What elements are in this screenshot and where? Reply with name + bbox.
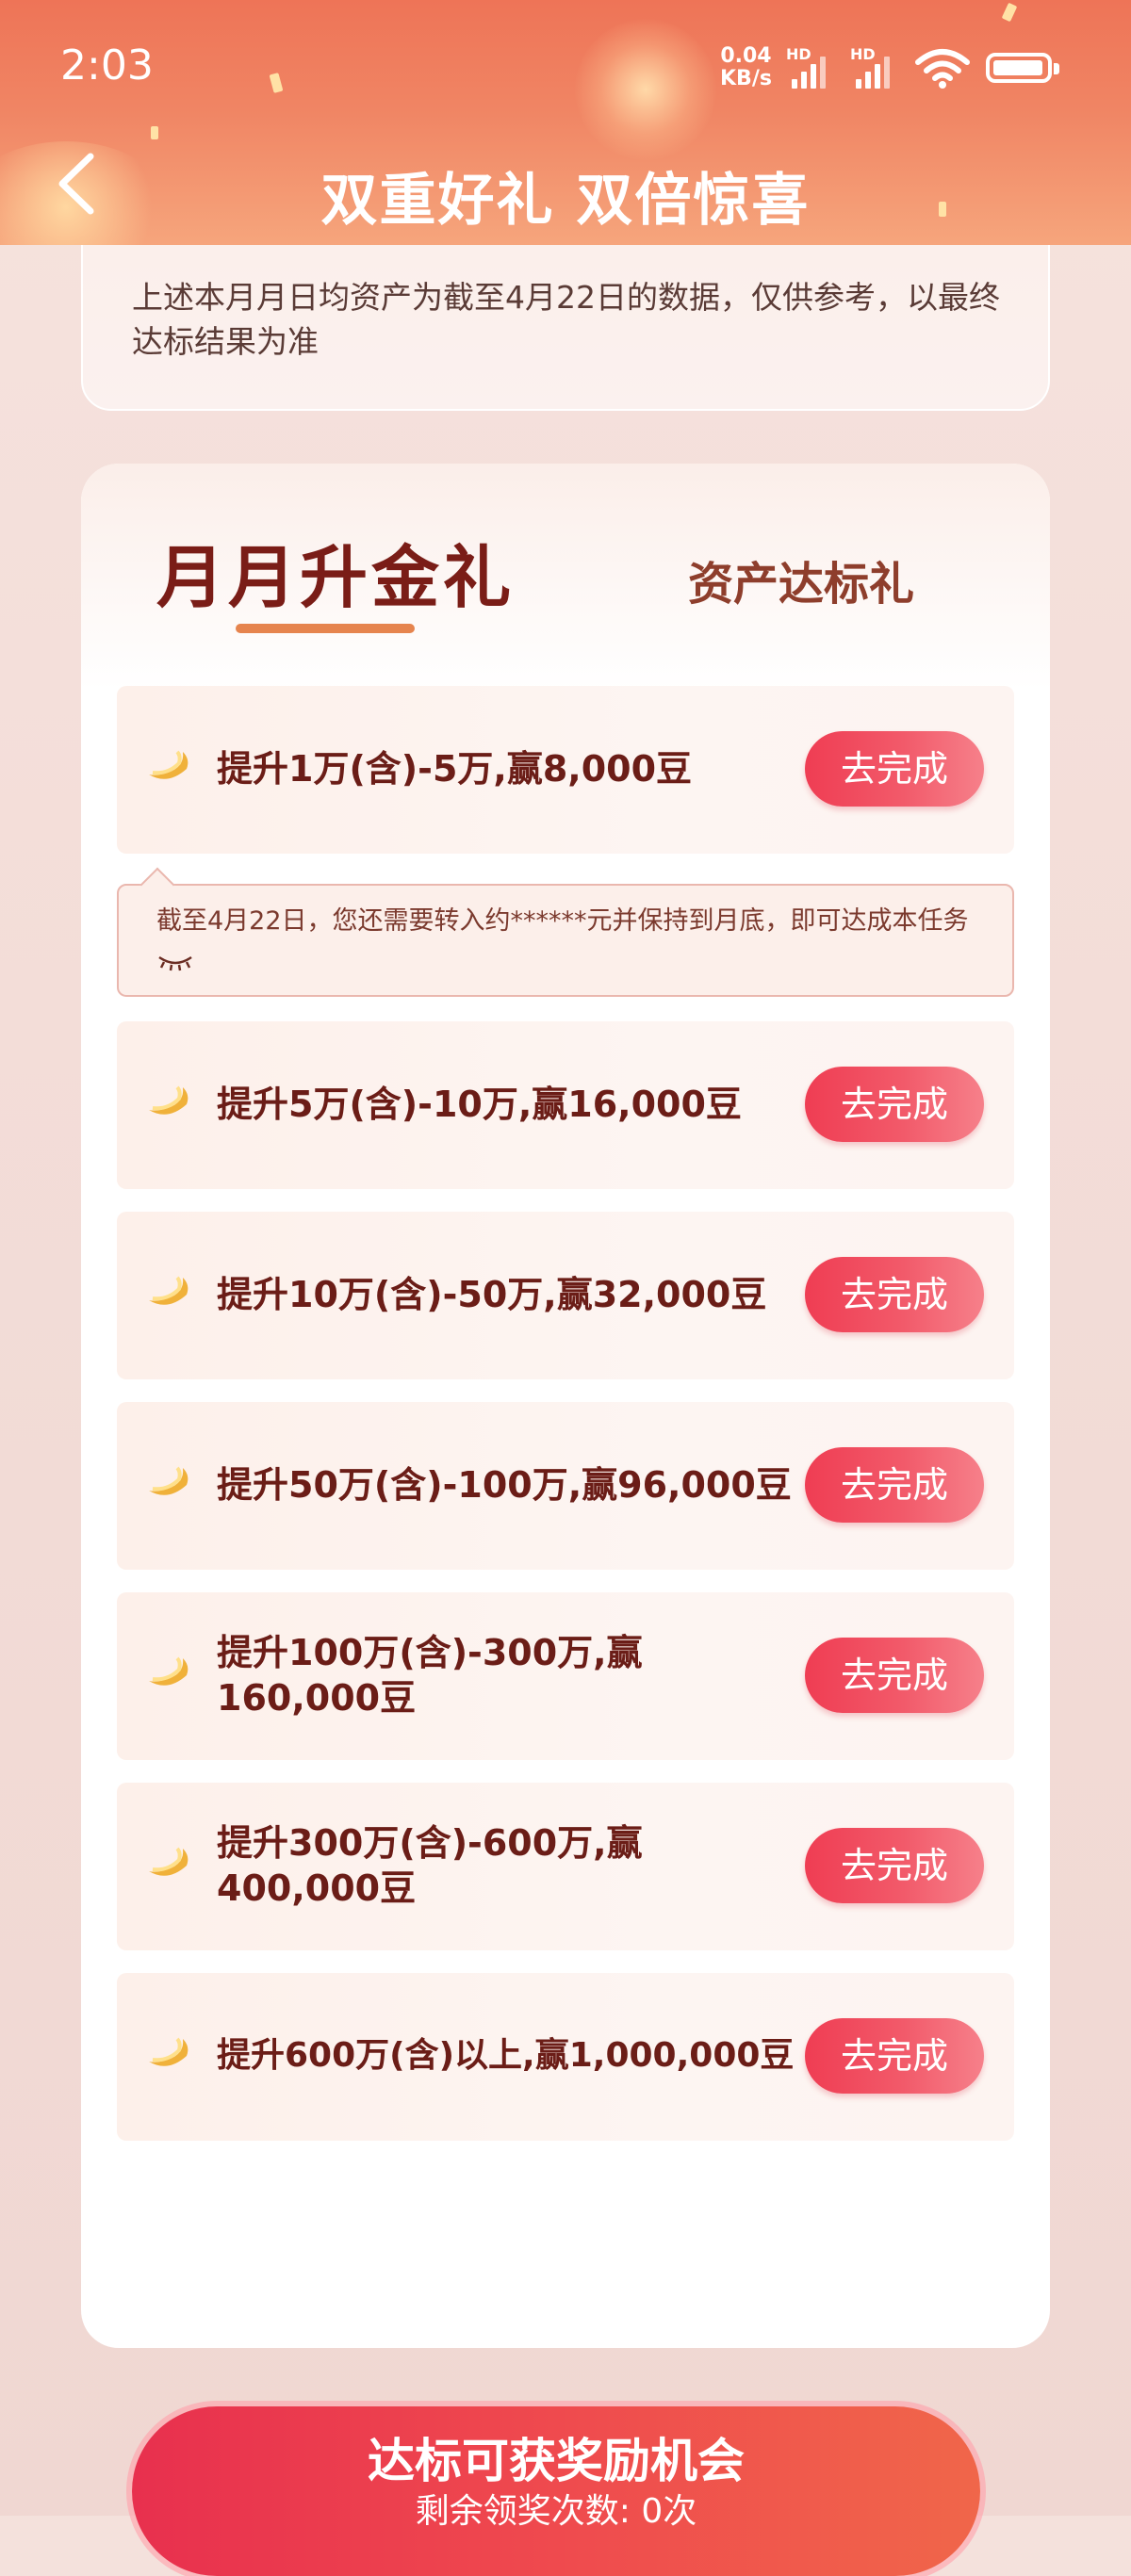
task-label: 提升100万(含)-300万,赢160,000豆 bbox=[217, 1632, 643, 1719]
status-time: 2:03 bbox=[60, 41, 154, 90]
task-row: 提升5万(含)-10万,赢16,000豆 去完成 bbox=[117, 1021, 1014, 1189]
task-row: 提升300万(含)-600万,赢400,000豆 去完成 bbox=[117, 1783, 1014, 1950]
header-bar: 2:03 0.04 KB/s HD HD 双重好礼 双倍惊喜 bbox=[0, 0, 1131, 245]
wifi-icon bbox=[915, 49, 970, 89]
network-speed-value: 0.04 bbox=[720, 44, 772, 68]
hide-amount-eye-icon[interactable] bbox=[156, 952, 194, 972]
task-label: 提升1万(含)-5万,赢8,000豆 bbox=[217, 748, 693, 790]
tab-asset-target[interactable]: 资产达标礼 bbox=[688, 546, 914, 612]
battery-icon bbox=[986, 53, 1059, 83]
gold-ingot-icon bbox=[149, 1276, 188, 1305]
signal-icon bbox=[792, 53, 837, 89]
reward-chance-button[interactable]: 达标可获奖励机会 剩余领奖次数: 0次 bbox=[132, 2406, 980, 2576]
gold-ingot-icon bbox=[149, 1085, 188, 1115]
task-tip-text: 截至4月22日，您还需要转入约******元并保持到月底，即可达成本任务 bbox=[156, 906, 969, 936]
complete-task-button[interactable]: 去完成 bbox=[805, 1638, 984, 1713]
gold-ingot-icon bbox=[149, 750, 188, 779]
complete-task-button[interactable]: 去完成 bbox=[805, 1447, 984, 1523]
gold-ingot-icon bbox=[149, 2037, 188, 2066]
task-row: 提升600万(含)以上,赢1,000,000豆 去完成 bbox=[117, 1973, 1014, 2141]
coin-glow-decoration bbox=[575, 19, 716, 160]
signal-icon bbox=[856, 53, 901, 89]
confetti-decoration bbox=[1001, 2, 1018, 23]
remaining-claims-text: 剩余领奖次数: 0次 bbox=[415, 2492, 697, 2531]
task-tip-bubble: 截至4月22日，您还需要转入约******元并保持到月底，即可达成本任务 bbox=[117, 867, 1014, 997]
task-row: 提升10万(含)-50万,赢32,000豆 去完成 bbox=[117, 1212, 1014, 1379]
asset-note-text: 上述本月月日均资产为截至4月22日的数据，仅供参考，以最终达标结果为准 bbox=[132, 279, 1000, 360]
complete-task-button[interactable]: 去完成 bbox=[805, 1067, 984, 1142]
gold-ingot-icon bbox=[149, 1656, 188, 1686]
complete-task-button[interactable]: 去完成 bbox=[805, 731, 984, 807]
tab-monthly-upgrade[interactable]: 月月升金礼 bbox=[156, 522, 515, 621]
task-row: 提升1万(含)-5万,赢8,000豆 去完成 bbox=[117, 686, 1014, 854]
task-row: 提升100万(含)-300万,赢160,000豆 去完成 bbox=[117, 1592, 1014, 1760]
task-label: 提升300万(含)-600万,赢400,000豆 bbox=[217, 1822, 643, 1909]
task-label: 提升5万(含)-10万,赢16,000豆 bbox=[217, 1084, 742, 1125]
task-label: 提升50万(含)-100万,赢96,000豆 bbox=[217, 1464, 792, 1506]
tab-active-underline bbox=[236, 624, 415, 633]
reward-chance-title: 达标可获奖励机会 bbox=[368, 2434, 745, 2488]
confetti-decoration bbox=[269, 73, 284, 93]
task-row: 提升50万(含)-100万,赢96,000豆 去完成 bbox=[117, 1402, 1014, 1570]
monthly-gift-card: 月月升金礼 资产达标礼 提升1万(含)-5万,赢8,000豆 去完成 截至4月2… bbox=[81, 464, 1050, 2348]
gold-ingot-icon bbox=[149, 1466, 188, 1495]
network-speed-unit: KB/s bbox=[720, 67, 772, 90]
tip-pointer bbox=[139, 867, 175, 903]
complete-task-button[interactable]: 去完成 bbox=[805, 2018, 984, 2094]
complete-task-button[interactable]: 去完成 bbox=[805, 1828, 984, 1903]
task-label: 提升600万(含)以上,赢1,000,000豆 bbox=[217, 2036, 795, 2075]
network-speed: 0.04 KB/s bbox=[720, 45, 772, 90]
page-title: 双重好礼 双倍惊喜 bbox=[320, 168, 811, 234]
gold-ingot-icon bbox=[149, 1847, 188, 1876]
task-label: 提升10万(含)-50万,赢32,000豆 bbox=[217, 1274, 767, 1315]
complete-task-button[interactable]: 去完成 bbox=[805, 1257, 984, 1332]
confetti-decoration bbox=[151, 126, 158, 139]
